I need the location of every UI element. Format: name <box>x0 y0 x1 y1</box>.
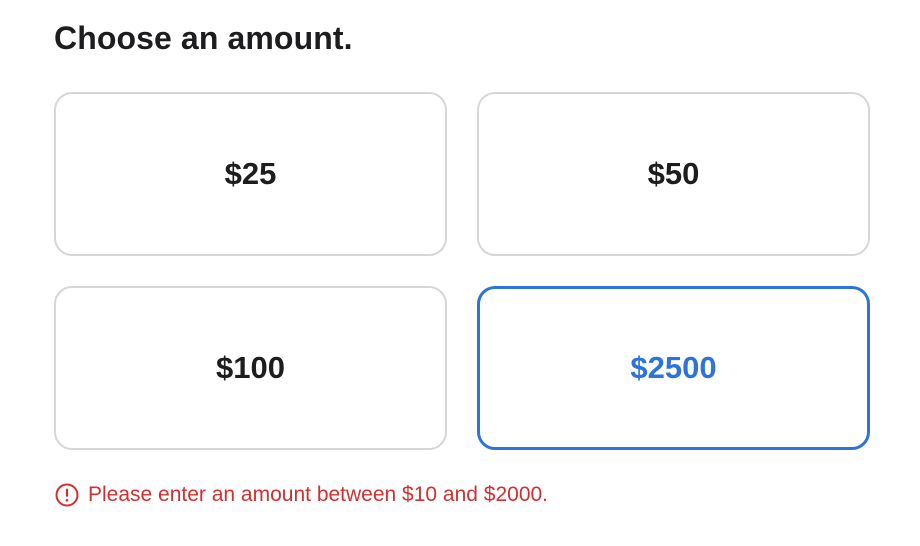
amount-option-50[interactable]: $50 <box>477 92 870 256</box>
amount-option-100[interactable]: $100 <box>54 286 447 450</box>
amount-option-2500[interactable]: $2500 <box>477 286 870 450</box>
error-message: Please enter an amount between $10 and $… <box>55 481 548 509</box>
error-text: Please enter an amount between $10 and $… <box>88 483 549 506</box>
alert-circle-icon <box>55 483 79 507</box>
page-title: Choose an amount. <box>54 20 353 56</box>
amount-picker: Choose an amount. $25 $50 $100 $2500 Ple… <box>0 0 920 546</box>
amount-option-25[interactable]: $25 <box>54 92 447 256</box>
amount-option-label: $25 <box>224 156 277 191</box>
amount-options: $25 $50 $100 $2500 <box>54 92 870 450</box>
amount-option-label: $100 <box>216 350 285 385</box>
amount-option-label: $50 <box>647 156 700 191</box>
amount-option-label: $2500 <box>630 350 717 385</box>
